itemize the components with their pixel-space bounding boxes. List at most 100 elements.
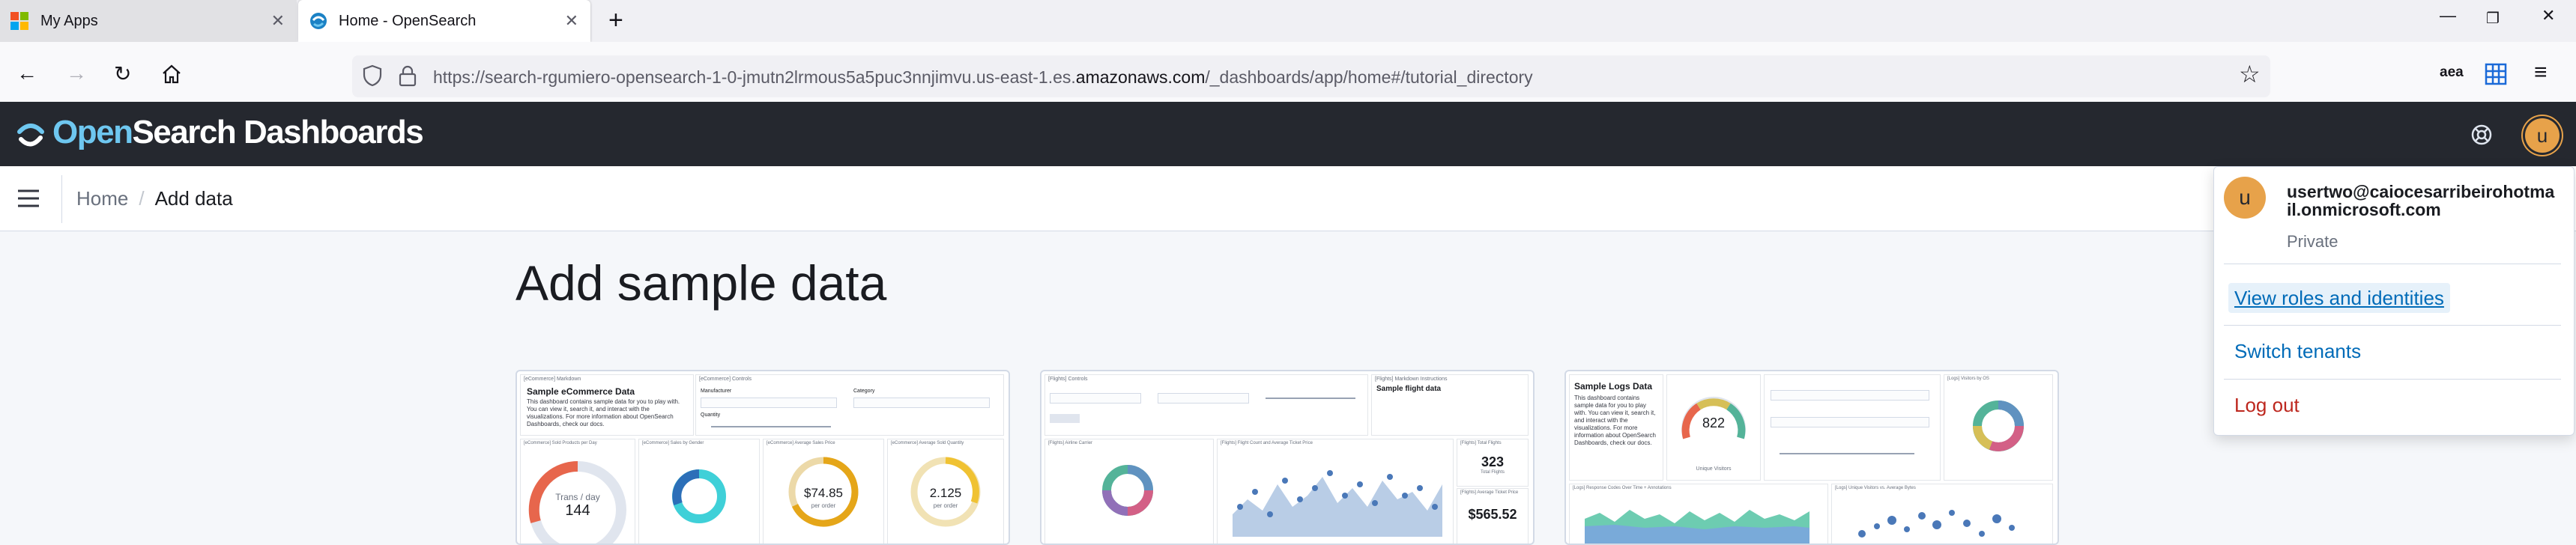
sold-products-panel: [eCommerce] Sold Products per Day Trans … bbox=[520, 439, 635, 544]
logs-controls-panel bbox=[1764, 374, 1941, 481]
breadcrumb-home[interactable]: Home bbox=[76, 187, 128, 210]
user-email: usertwo@caiocesarribeirohotmail.onmicros… bbox=[2287, 182, 2555, 219]
panel-title: [eCommerce] Average Sold Quantity bbox=[891, 441, 964, 445]
page-title: Add sample data bbox=[515, 255, 887, 311]
logo-open-text: Open bbox=[52, 114, 133, 150]
url-host: amazonaws.com bbox=[1075, 67, 1206, 87]
logo-dashboards-text: Search Dashboards bbox=[132, 114, 423, 150]
ecommerce-markdown-panel: [eCommerce] Markdown Sample eCommerce Da… bbox=[520, 374, 694, 436]
breadcrumb-bar bbox=[0, 166, 2576, 231]
user-avatar-button[interactable]: u bbox=[2525, 118, 2560, 153]
panel-title: [eCommerce] Sales by Gender bbox=[642, 441, 704, 445]
new-tab-icon[interactable]: + bbox=[608, 6, 623, 35]
panel-title: [eCommerce] Markdown bbox=[524, 377, 581, 382]
unique-visitors-panel: 822 Unique Visitors bbox=[1666, 374, 1761, 481]
panel-title: [Flights] Total Flights bbox=[1460, 441, 1502, 445]
panel-title: [Flights] Average Ticket Price bbox=[1460, 490, 1519, 495]
tab-label: Home - OpenSearch bbox=[339, 12, 477, 29]
sales-by-gender-donut bbox=[672, 469, 726, 523]
nav-menu-icon[interactable] bbox=[16, 187, 40, 213]
panel-title: [Logs] Unique Visitors vs. Average Bytes bbox=[1835, 486, 1916, 490]
response-codes-panel: [Logs] Response Codes Over Time + Annota… bbox=[1569, 484, 1828, 544]
ecommerce-controls-panel: [eCommerce] Controls Manufacturer Catego… bbox=[695, 374, 1004, 436]
opensearch-icon bbox=[309, 11, 328, 31]
flight-count-chart bbox=[1233, 470, 1442, 537]
response-codes-chart bbox=[1585, 510, 1809, 544]
close-tab-icon[interactable]: ✕ bbox=[565, 11, 578, 31]
total-flights-value: 323 bbox=[1481, 454, 1505, 469]
sample-card-ecommerce[interactable]: [eCommerce] Markdown Sample eCommerce Da… bbox=[515, 370, 1010, 545]
control-select bbox=[1771, 417, 1929, 427]
window-close-icon[interactable]: ✕ bbox=[2542, 6, 2555, 25]
panel-title: [Flights] Flight Count and Average Ticke… bbox=[1221, 441, 1313, 445]
control-label: Manufacturer bbox=[701, 389, 732, 394]
panel-title: [Logs] Visitors by OS bbox=[1947, 377, 1989, 381]
visitors-by-os-panel: [Logs] Visitors by OS bbox=[1944, 374, 2053, 481]
control-select bbox=[1050, 393, 1141, 404]
logout-link[interactable]: Log out bbox=[2234, 394, 2300, 417]
sample-card-logs[interactable]: Sample Logs Data This dashboard contains… bbox=[1564, 370, 2059, 545]
shield-icon[interactable] bbox=[363, 64, 382, 91]
sample-card-flights[interactable]: [Flights] Controls [Flights] Markdown In… bbox=[1040, 370, 1535, 545]
total-flights-label: Total Flights bbox=[1480, 470, 1505, 475]
total-flights-panel: [Flights] Total Flights 323 Total Flight… bbox=[1457, 439, 1529, 487]
panel-title: [eCommerce] Average Sales Price bbox=[767, 441, 835, 445]
average-quantity-label: per order bbox=[933, 502, 958, 509]
panel-title: [Flights] Controls bbox=[1048, 377, 1088, 382]
home-icon[interactable] bbox=[160, 63, 183, 89]
url-text[interactable]: https://search-rgumiero-opensearch-1-0-j… bbox=[433, 67, 1533, 88]
flights-controls-panel: [Flights] Controls bbox=[1044, 374, 1368, 436]
help-icon[interactable] bbox=[2470, 123, 2494, 150]
url-suffix: /_dashboards/app/home#/tutorial_director… bbox=[1205, 67, 1533, 87]
airline-carrier-panel: [Flights] Airline Carrier bbox=[1044, 439, 1214, 544]
panel-title: [Logs] Response Codes Over Time + Annota… bbox=[1573, 486, 1672, 490]
average-sold-quantity-panel: [eCommerce] Average Sold Quantity 2.125 … bbox=[887, 439, 1004, 544]
breadcrumb: Home / Add data bbox=[76, 187, 233, 210]
control-label: Quantity bbox=[701, 412, 721, 418]
grid-extension-icon[interactable] bbox=[2485, 63, 2507, 89]
average-ticket-price-panel: [Flights] Average Ticket Price $565.52 bbox=[1457, 488, 1529, 544]
view-roles-link[interactable]: View roles and identities bbox=[2228, 283, 2450, 313]
lock-icon[interactable] bbox=[399, 64, 417, 91]
close-tab-icon[interactable]: ✕ bbox=[271, 11, 285, 31]
unique-visitors-value: 822 bbox=[1702, 415, 1726, 430]
average-ticket-price-value: $565.52 bbox=[1468, 507, 1517, 522]
extension-label: aea bbox=[2440, 64, 2464, 80]
minimize-icon[interactable]: — bbox=[2440, 6, 2456, 25]
panel-title: [eCommerce] Sold Products per Day bbox=[524, 441, 597, 445]
back-icon[interactable]: ← bbox=[16, 61, 37, 85]
url-prefix: https://search-rgumiero-opensearch-1-0-j… bbox=[433, 67, 1076, 87]
tab-label: My Apps bbox=[40, 12, 98, 29]
average-sales-price-panel: [eCommerce] Average Sales Price $74.85 p… bbox=[763, 439, 884, 544]
control-select bbox=[701, 398, 837, 408]
gauge-value: 144 bbox=[565, 502, 590, 519]
header-divider bbox=[61, 175, 62, 223]
average-quantity-value: 2.125 bbox=[929, 486, 962, 500]
control-slider bbox=[1266, 398, 1355, 399]
opensearch-logo-icon[interactable] bbox=[13, 117, 48, 155]
tenant-type: Private bbox=[2287, 232, 2338, 251]
forward-icon[interactable]: → bbox=[66, 61, 87, 85]
average-price-label: per order bbox=[811, 502, 836, 509]
microsoft-icon bbox=[10, 12, 28, 30]
unique-visitors-bytes-chart bbox=[1858, 510, 2015, 538]
app-logo[interactable]: OpenSearch Dashboards bbox=[52, 114, 424, 151]
menu-divider bbox=[2224, 325, 2561, 326]
sample-description: This dashboard contains sample data for … bbox=[527, 398, 680, 427]
unique-visitors-label: Unique Visitors bbox=[1696, 466, 1732, 472]
menu-icon[interactable]: ≡ bbox=[2534, 60, 2548, 85]
menu-divider bbox=[2224, 379, 2561, 380]
control-slider bbox=[711, 426, 831, 427]
tab-my-apps[interactable]: My Apps ✕ bbox=[0, 0, 297, 42]
amazon-extension-icon[interactable]: aea bbox=[2440, 64, 2464, 81]
switch-tenants-link[interactable]: Switch tenants bbox=[2234, 340, 2361, 363]
user-menu-avatar: u bbox=[2224, 177, 2266, 219]
sample-title: Sample eCommerce Data bbox=[527, 386, 635, 397]
panel-title: [Flights] Markdown Instructions bbox=[1375, 377, 1448, 382]
unique-visitors-bytes-panel: [Logs] Unique Visitors vs. Average Bytes bbox=[1831, 484, 2053, 544]
flight-count-panel: [Flights] Flight Count and Average Ticke… bbox=[1217, 439, 1454, 544]
reload-icon[interactable]: ↻ bbox=[114, 61, 131, 86]
bookmark-star-icon[interactable]: ☆ bbox=[2239, 60, 2261, 88]
tab-opensearch-home[interactable]: Home - OpenSearch ✕ bbox=[298, 0, 590, 42]
restore-icon[interactable]: ❐ bbox=[2486, 9, 2500, 28]
